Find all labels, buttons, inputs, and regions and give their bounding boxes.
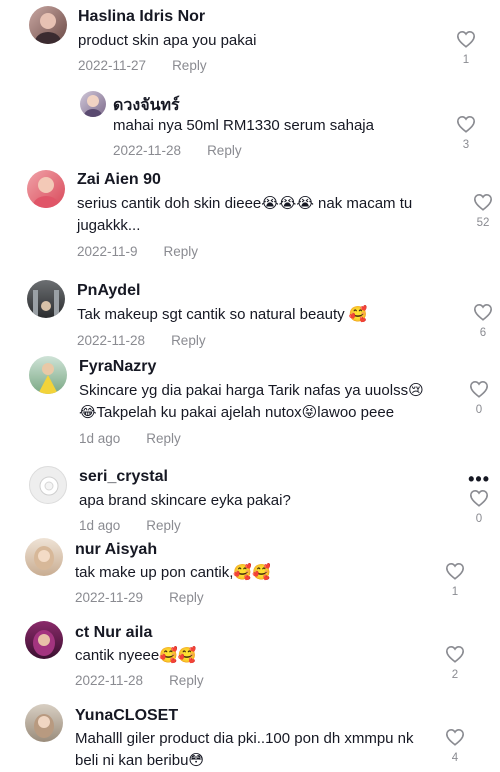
reply-button[interactable]: Reply — [169, 590, 204, 605]
comment-meta: 1d ago Reply — [79, 518, 181, 533]
heart-icon — [469, 380, 489, 398]
comment-text: Skincare yg dia pakai harga Tarik nafas … — [79, 382, 424, 421]
heart-icon — [473, 193, 493, 211]
heart-icon — [469, 489, 489, 507]
comment-text: tak make up pon cantik,🥰🥰 — [75, 564, 271, 581]
like-count: 2 — [451, 669, 459, 681]
comment-text: Mahalll giler product dia pki..100 pon d… — [75, 730, 414, 769]
reply-button[interactable]: Reply — [172, 58, 207, 73]
comment-text: serius cantik doh skin dieee😭😭😭 nak maca… — [77, 195, 413, 234]
comment-date: 1d ago — [79, 518, 121, 533]
like-button[interactable]: 0 — [468, 380, 490, 416]
heart-icon — [445, 728, 465, 746]
avatar[interactable] — [80, 91, 106, 117]
heart-icon — [456, 115, 476, 133]
comment-text: Tak makeup sgt cantik so natural beauty … — [77, 306, 368, 323]
avatar[interactable] — [29, 466, 67, 504]
comment-date: 1d ago — [79, 431, 121, 446]
avatar[interactable] — [25, 538, 63, 576]
reply-button[interactable]: Reply — [146, 518, 181, 533]
comment-text: apa brand skincare eyka pakai? — [79, 492, 291, 509]
heart-icon — [473, 303, 493, 321]
like-button[interactable]: 2 — [444, 645, 466, 681]
comment-username[interactable]: Zai Aien 90 — [77, 171, 161, 189]
like-button[interactable]: 0 — [468, 489, 490, 525]
avatar[interactable] — [25, 621, 63, 659]
avatar[interactable] — [25, 704, 63, 742]
comment-date: 2022-11-28 — [75, 673, 144, 688]
comment-text: cantik nyeee🥰🥰 — [75, 647, 197, 664]
like-button[interactable]: 3 — [455, 115, 477, 151]
comment-username[interactable]: seri_crystal — [79, 468, 168, 486]
like-count: 1 — [451, 586, 459, 598]
like-count: 1 — [462, 54, 470, 66]
comment-username[interactable]: Haslina Idris Nor — [78, 8, 205, 26]
comment-meta: 2022-11-28 Reply — [113, 143, 242, 158]
like-button[interactable]: 52 — [472, 193, 494, 229]
heart-icon — [445, 645, 465, 663]
reply-button[interactable]: Reply — [169, 673, 204, 688]
comment-date: 2022-11-28 — [113, 143, 182, 158]
avatar[interactable] — [29, 6, 67, 44]
like-button[interactable]: 4 — [444, 728, 466, 764]
heart-icon — [445, 562, 465, 580]
comment-meta: 2022-11-28 Reply — [77, 333, 206, 348]
comment-meta: 2022-11-9 Reply — [77, 244, 198, 259]
comment-date: 2022-11-29 — [75, 590, 144, 605]
comment-text: product skin apa you pakai — [78, 32, 257, 49]
like-button[interactable]: 1 — [455, 30, 477, 66]
avatar[interactable] — [27, 280, 65, 318]
like-count: 52 — [476, 217, 490, 229]
like-count: 6 — [479, 327, 487, 339]
avatar[interactable] — [29, 356, 67, 394]
avatar[interactable] — [27, 170, 65, 208]
like-count: 0 — [475, 513, 483, 525]
reply-button[interactable]: Reply — [146, 431, 181, 446]
like-button[interactable]: 1 — [444, 562, 466, 598]
like-count: 4 — [451, 752, 459, 764]
like-count: 3 — [462, 139, 470, 151]
comment-date: 2022-11-27 — [78, 58, 147, 73]
reply-button[interactable]: Reply — [164, 244, 199, 259]
heart-icon — [456, 30, 476, 48]
comment-meta: 2022-11-29 Reply — [75, 590, 204, 605]
more-options-icon[interactable]: ••• — [468, 469, 490, 490]
comment-meta: 2022-11-28 Reply — [75, 673, 204, 688]
comment-username[interactable]: ct Nur aila — [75, 624, 152, 642]
comment-text: mahai nya 50ml RM1330 serum sahaja — [113, 117, 374, 134]
comment-username[interactable]: nur Aisyah — [75, 541, 157, 559]
comment-date: 2022-11-28 — [77, 333, 146, 348]
reply-button[interactable]: Reply — [171, 333, 206, 348]
comment-meta: 1d ago Reply — [79, 431, 181, 446]
reply-button[interactable]: Reply — [207, 143, 242, 158]
comment-meta: 2022-11-27 Reply — [78, 58, 207, 73]
comment-username[interactable]: YunaCLOSET — [75, 707, 178, 725]
comment-username[interactable]: PnAydel — [77, 282, 140, 300]
comment-username[interactable]: FyraNazry — [79, 358, 156, 376]
like-button[interactable]: 6 — [472, 303, 494, 339]
like-count: 0 — [475, 404, 483, 416]
comment-date: 2022-11-9 — [77, 244, 138, 259]
